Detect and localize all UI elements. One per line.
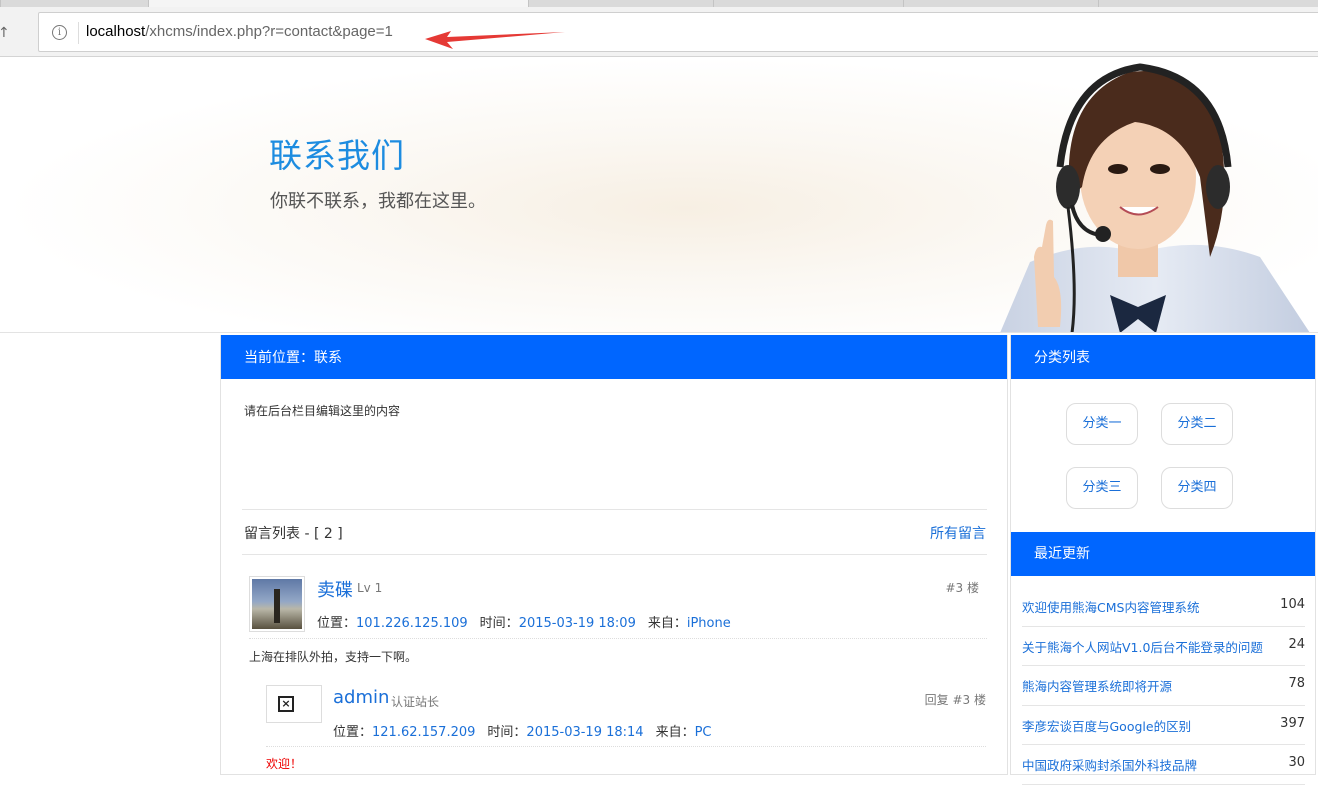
from-label: 来自： — [655, 725, 695, 740]
comments-count-label: 留言列表 - [ 2 ] — [244, 526, 343, 542]
recent-count: 78 — [1288, 676, 1305, 691]
recent-title[interactable]: 李彦宏谈百度与Google的区别 — [1022, 716, 1191, 735]
browser-tab[interactable] — [1098, 0, 1318, 7]
reply-time[interactable]: 2015-03-19 18:14 — [526, 725, 643, 740]
comment-author[interactable]: 卖碟 — [317, 576, 353, 602]
list-item[interactable]: 熊海内容管理系统即将开源 78 — [1022, 666, 1305, 706]
browser-tab[interactable] — [903, 0, 1098, 7]
list-item[interactable]: 关于熊海个人网站V1.0后台不能登录的问题 24 — [1022, 627, 1305, 666]
recent-count: 397 — [1280, 715, 1305, 731]
browser-toolbar: ↑ i localhost/xhcms/index.php?r=contact&… — [0, 7, 1318, 57]
divider — [266, 746, 986, 747]
support-agent-photo — [1000, 63, 1310, 332]
address-bar[interactable]: i localhost/xhcms/index.php?r=contact&pa… — [38, 12, 1318, 52]
reply-meta: 位置：121.62.157.209 时间：2015-03-19 18:14 来自：P… — [333, 721, 724, 740]
reply-author[interactable]: admin — [333, 687, 389, 708]
breadcrumb: 当前位置：联系 — [221, 335, 1007, 379]
browser-tab[interactable] — [528, 0, 713, 7]
reply-floor: 回复 #3 楼 — [924, 693, 986, 707]
broken-image-avatar[interactable]: × — [266, 685, 322, 723]
recent-count: 104 — [1280, 597, 1305, 612]
recent-title[interactable]: 欢迎使用熊海CMS内容管理系统 — [1022, 597, 1199, 616]
comment-text: 上海在排队外拍，支持一下啊。 — [249, 650, 418, 664]
comments-header: 留言列表 - [ 2 ] 所有留言 — [242, 509, 987, 555]
browser-tab[interactable] — [0, 0, 148, 7]
info-icon[interactable]: i — [52, 25, 67, 40]
divider — [249, 638, 987, 639]
category-button[interactable]: 分类一 — [1066, 403, 1138, 445]
categories-header: 分类列表 — [1011, 335, 1315, 379]
reply-text: 欢迎！ — [266, 757, 303, 771]
location-label: 位置： — [333, 725, 373, 740]
from-label: 来自： — [647, 616, 687, 631]
recent-title[interactable]: 中国政府采购封杀国外科技品牌 — [1022, 755, 1197, 774]
address-separator — [78, 22, 79, 44]
broken-image-icon: × — [278, 696, 294, 712]
comment-time[interactable]: 2015-03-19 18:09 — [519, 616, 636, 631]
all-comments-link[interactable]: 所有留言 — [930, 523, 986, 543]
comment-level: Lv 1 — [357, 581, 383, 595]
recent-list: 欢迎使用熊海CMS内容管理系统 104 关于熊海个人网站V1.0后台不能登录的问… — [1022, 587, 1305, 785]
browser-tab-active[interactable] — [148, 0, 528, 7]
comment-device[interactable]: iPhone — [687, 616, 731, 631]
avatar[interactable] — [249, 576, 305, 632]
comment-floor: #3 楼 — [945, 581, 979, 595]
list-item[interactable]: 欢迎使用熊海CMS内容管理系统 104 — [1022, 587, 1305, 627]
recent-count: 30 — [1288, 755, 1305, 770]
category-button[interactable]: 分类四 — [1161, 467, 1233, 509]
reply-location[interactable]: 121.62.157.209 — [372, 725, 475, 740]
url-path: /xhcms/index.php?r=contact&page=1 — [145, 23, 393, 40]
avatar-image — [252, 579, 302, 629]
time-label: 时间： — [487, 725, 527, 740]
recent-title[interactable]: 关于熊海个人网站V1.0后台不能登录的问题 — [1022, 637, 1263, 656]
browser-tab[interactable] — [713, 0, 903, 7]
banner-subtitle: 你联不联系，我都在这里。 — [270, 191, 486, 212]
page-content: 请在后台栏目编辑这里的内容 — [244, 404, 401, 418]
contact-banner: 联系我们 你联不联系，我都在这里。 — [0, 57, 1318, 333]
url-text[interactable]: localhost/xhcms/index.php?r=contact&page… — [86, 23, 393, 40]
time-label: 时间： — [479, 616, 519, 631]
tab-strip — [0, 0, 1318, 7]
url-host: localhost — [86, 23, 146, 40]
list-item[interactable]: 李彦宏谈百度与Google的区别 397 — [1022, 706, 1305, 745]
category-button[interactable]: 分类三 — [1066, 467, 1138, 509]
reply-role: 认证站长 — [391, 695, 440, 709]
reply-device[interactable]: PC — [695, 725, 712, 740]
recent-title[interactable]: 熊海内容管理系统即将开源 — [1022, 676, 1172, 695]
comment-location[interactable]: 101.226.125.109 — [356, 616, 468, 631]
back-arrow-icon[interactable]: ↑ — [0, 25, 10, 41]
comment-meta: 位置：101.226.125.109 时间：2015-03-19 18:09 来自：… — [317, 612, 743, 631]
banner-title: 联系我们 — [269, 136, 405, 175]
main-panel: 当前位置：联系 请在后台栏目编辑这里的内容 留言列表 - [ 2 ] 所有留言 … — [220, 335, 1008, 775]
recent-header: 最近更新 — [1011, 532, 1315, 576]
category-button[interactable]: 分类二 — [1161, 403, 1233, 445]
red-annotation-arrow-icon — [425, 31, 565, 49]
sidebar: 分类列表 分类一 分类二 分类三 分类四 最近更新 欢迎使用熊海CMS内容管理系… — [1010, 335, 1316, 785]
list-item[interactable]: 中国政府采购封杀国外科技品牌 30 — [1022, 745, 1305, 785]
recent-count: 24 — [1288, 636, 1305, 652]
location-label: 位置： — [317, 616, 357, 631]
